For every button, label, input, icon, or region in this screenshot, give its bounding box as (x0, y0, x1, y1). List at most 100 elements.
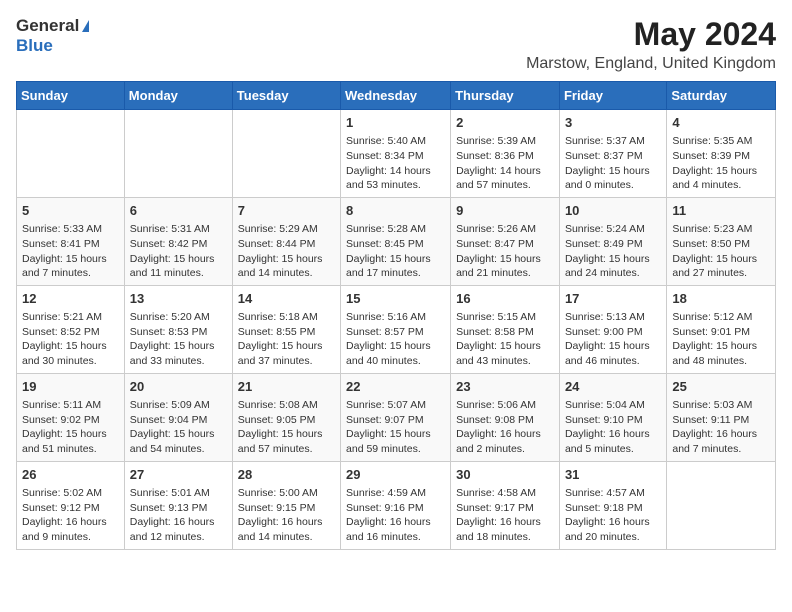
day-info: Sunrise: 5:26 AM Sunset: 8:47 PM Dayligh… (456, 222, 554, 281)
day-info: Sunrise: 5:12 AM Sunset: 9:01 PM Dayligh… (672, 310, 770, 369)
day-number: 12 (22, 290, 119, 308)
day-info: Sunrise: 5:06 AM Sunset: 9:08 PM Dayligh… (456, 398, 554, 457)
day-number: 3 (565, 114, 661, 132)
calendar-cell: 17Sunrise: 5:13 AM Sunset: 9:00 PM Dayli… (559, 285, 666, 373)
calendar-cell: 28 Sunrise: 5:00 AM Sunset: 9:15 PM Dayli… (232, 461, 340, 549)
calendar-cell: 22 Sunrise: 5:07 AM Sunset: 9:07 PM Dayli… (341, 373, 451, 461)
calendar-cell: 6 Sunrise: 5:31 AM Sunset: 8:42 PM Daylig… (124, 197, 232, 285)
day-number: 16 (456, 290, 554, 308)
day-number: 26 (22, 466, 119, 484)
day-number: 14 (238, 290, 335, 308)
calendar-cell: 21 Sunrise: 5:08 AM Sunset: 9:05 PM Dayli… (232, 373, 340, 461)
calendar-cell: 13 Sunrise: 5:20 AM Sunset: 8:53 PM Dayli… (124, 285, 232, 373)
calendar-cell: 24 Sunrise: 5:04 AM Sunset: 9:10 PM Dayli… (559, 373, 666, 461)
day-info: Sunrise: 5:31 AM Sunset: 8:42 PM Dayligh… (130, 222, 227, 281)
day-info: Sunrise: 5:11 AM Sunset: 9:02 PM Dayligh… (22, 398, 119, 457)
calendar-cell: 5Sunrise: 5:33 AM Sunset: 8:41 PM Daylig… (17, 197, 125, 285)
page-header: General Blue May 2024 Marstow, England, … (16, 16, 776, 73)
day-info: Sunrise: 4:57 AM Sunset: 9:18 PM Dayligh… (565, 486, 661, 545)
day-number: 20 (130, 378, 227, 396)
day-number: 30 (456, 466, 554, 484)
weekday-header-wednesday: Wednesday (341, 82, 451, 110)
day-number: 9 (456, 202, 554, 220)
day-number: 23 (456, 378, 554, 396)
day-number: 28 (238, 466, 335, 484)
day-number: 25 (672, 378, 770, 396)
day-number: 31 (565, 466, 661, 484)
calendar-cell: 14 Sunrise: 5:18 AM Sunset: 8:55 PM Dayli… (232, 285, 340, 373)
calendar-cell (124, 110, 232, 198)
day-info: Sunrise: 5:37 AM Sunset: 8:37 PM Dayligh… (565, 134, 661, 193)
calendar-cell: 11 Sunrise: 5:23 AM Sunset: 8:50 PM Dayli… (667, 197, 776, 285)
calendar-cell: 18 Sunrise: 5:12 AM Sunset: 9:01 PM Dayli… (667, 285, 776, 373)
day-info: Sunrise: 5:18 AM Sunset: 8:55 PM Dayligh… (238, 310, 335, 369)
calendar-cell (232, 110, 340, 198)
logo: General Blue (16, 16, 89, 56)
calendar-cell: 26 Sunrise: 5:02 AM Sunset: 9:12 PM Dayli… (17, 461, 125, 549)
calendar-cell: 29 Sunrise: 4:59 AM Sunset: 9:16 PM Dayli… (341, 461, 451, 549)
calendar-cell: 20 Sunrise: 5:09 AM Sunset: 9:04 PM Dayli… (124, 373, 232, 461)
day-number: 5 (22, 202, 119, 220)
day-info: Sunrise: 5:40 AM Sunset: 8:34 PM Dayligh… (346, 134, 445, 193)
day-info: Sunrise: 5:29 AM Sunset: 8:44 PM Dayligh… (238, 222, 335, 281)
day-number: 2 (456, 114, 554, 132)
day-number: 10 (565, 202, 661, 220)
day-info: Sunrise: 4:59 AM Sunset: 9:16 PM Dayligh… (346, 486, 445, 545)
calendar-cell: 9 Sunrise: 5:26 AM Sunset: 8:47 PM Daylig… (451, 197, 560, 285)
day-number: 13 (130, 290, 227, 308)
day-info: Sunrise: 5:07 AM Sunset: 9:07 PM Dayligh… (346, 398, 445, 457)
day-info: Sunrise: 5:15 AM Sunset: 8:58 PM Dayligh… (456, 310, 554, 369)
day-number: 1 (346, 114, 445, 132)
calendar-cell: 1 Sunrise: 5:40 AM Sunset: 8:34 PM Daylig… (341, 110, 451, 198)
day-number: 24 (565, 378, 661, 396)
day-number: 4 (672, 114, 770, 132)
calendar-cell: 8 Sunrise: 5:28 AM Sunset: 8:45 PM Daylig… (341, 197, 451, 285)
calendar-cell: 16 Sunrise: 5:15 AM Sunset: 8:58 PM Dayli… (451, 285, 560, 373)
calendar-week-row: 19 Sunrise: 5:11 AM Sunset: 9:02 PM Dayli… (17, 373, 776, 461)
day-number: 19 (22, 378, 119, 396)
day-info: Sunrise: 5:21 AM Sunset: 8:52 PM Dayligh… (22, 310, 119, 369)
day-number: 8 (346, 202, 445, 220)
weekday-header-thursday: Thursday (451, 82, 560, 110)
day-info: Sunrise: 5:09 AM Sunset: 9:04 PM Dayligh… (130, 398, 227, 457)
calendar-cell: 15 Sunrise: 5:16 AM Sunset: 8:57 PM Dayli… (341, 285, 451, 373)
day-info: Sunrise: 5:16 AM Sunset: 8:57 PM Dayligh… (346, 310, 445, 369)
month-title: May 2024 (526, 16, 776, 53)
calendar-cell: 12 Sunrise: 5:21 AM Sunset: 8:52 PM Dayli… (17, 285, 125, 373)
calendar-cell: 27Sunrise: 5:01 AM Sunset: 9:13 PM Dayli… (124, 461, 232, 549)
calendar-cell: 3 Sunrise: 5:37 AM Sunset: 8:37 PM Daylig… (559, 110, 666, 198)
day-info: Sunrise: 5:04 AM Sunset: 9:10 PM Dayligh… (565, 398, 661, 457)
day-info: Sunrise: 5:28 AM Sunset: 8:45 PM Dayligh… (346, 222, 445, 281)
day-info: Sunrise: 5:20 AM Sunset: 8:53 PM Dayligh… (130, 310, 227, 369)
calendar-cell: 2Sunrise: 5:39 AM Sunset: 8:36 PM Daylig… (451, 110, 560, 198)
calendar-table: SundayMondayTuesdayWednesdayThursdayFrid… (16, 81, 776, 550)
day-number: 22 (346, 378, 445, 396)
day-number: 15 (346, 290, 445, 308)
weekday-header-row: SundayMondayTuesdayWednesdayThursdayFrid… (17, 82, 776, 110)
day-number: 7 (238, 202, 335, 220)
day-info: Sunrise: 5:02 AM Sunset: 9:12 PM Dayligh… (22, 486, 119, 545)
day-number: 6 (130, 202, 227, 220)
day-number: 29 (346, 466, 445, 484)
calendar-cell: 4Sunrise: 5:35 AM Sunset: 8:39 PM Daylig… (667, 110, 776, 198)
calendar-cell: 19 Sunrise: 5:11 AM Sunset: 9:02 PM Dayli… (17, 373, 125, 461)
day-info: Sunrise: 4:58 AM Sunset: 9:17 PM Dayligh… (456, 486, 554, 545)
day-info: Sunrise: 5:00 AM Sunset: 9:15 PM Dayligh… (238, 486, 335, 545)
logo-triangle-icon (82, 20, 89, 32)
day-number: 17 (565, 290, 661, 308)
day-info: Sunrise: 5:08 AM Sunset: 9:05 PM Dayligh… (238, 398, 335, 457)
location-title: Marstow, England, United Kingdom (526, 55, 776, 73)
calendar-week-row: 26 Sunrise: 5:02 AM Sunset: 9:12 PM Dayli… (17, 461, 776, 549)
weekday-header-saturday: Saturday (667, 82, 776, 110)
day-info: Sunrise: 5:23 AM Sunset: 8:50 PM Dayligh… (672, 222, 770, 281)
day-number: 11 (672, 202, 770, 220)
weekday-header-monday: Monday (124, 82, 232, 110)
calendar-cell: 30 Sunrise: 4:58 AM Sunset: 9:17 PM Dayli… (451, 461, 560, 549)
calendar-cell: 25Sunrise: 5:03 AM Sunset: 9:11 PM Dayli… (667, 373, 776, 461)
day-number: 18 (672, 290, 770, 308)
calendar-cell: 7 Sunrise: 5:29 AM Sunset: 8:44 PM Daylig… (232, 197, 340, 285)
day-number: 21 (238, 378, 335, 396)
weekday-header-tuesday: Tuesday (232, 82, 340, 110)
calendar-week-row: 12 Sunrise: 5:21 AM Sunset: 8:52 PM Dayli… (17, 285, 776, 373)
logo-general-text: General (16, 16, 79, 36)
